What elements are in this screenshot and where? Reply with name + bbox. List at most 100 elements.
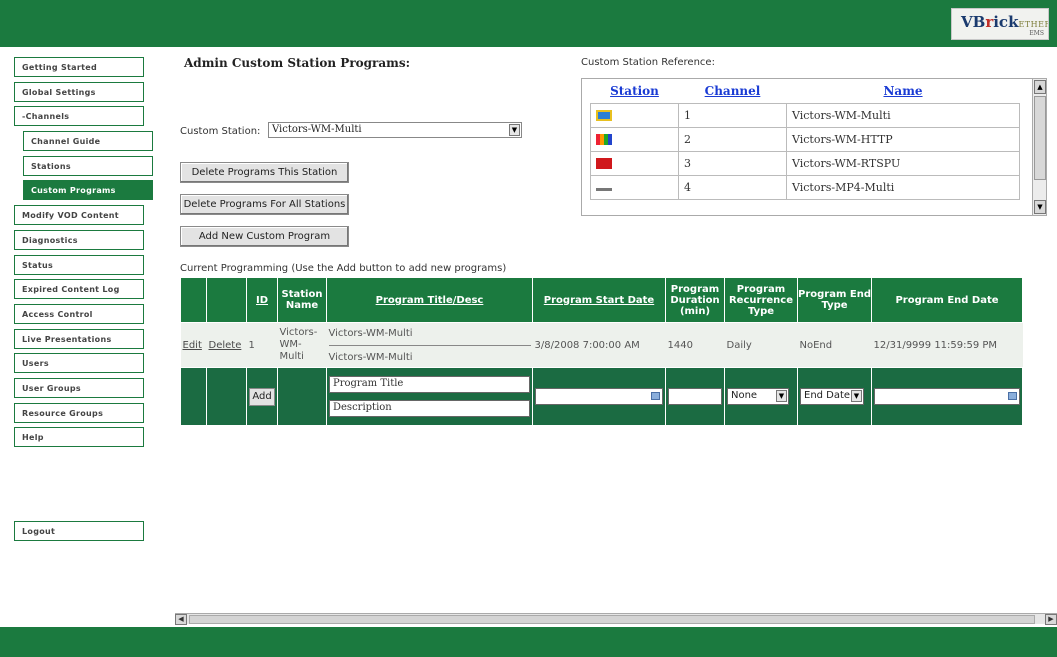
programs-header-row: ID Station Name Program Title/Desc Progr… xyxy=(180,277,1023,323)
blank-cell xyxy=(277,367,327,426)
scroll-left-icon[interactable]: ◀ xyxy=(175,614,187,625)
nav-channels[interactable]: -Channels xyxy=(14,106,144,127)
ref-header-channel[interactable]: Channel xyxy=(679,79,787,103)
ref-header-station[interactable]: Station xyxy=(591,79,679,103)
delete-link[interactable]: Delete xyxy=(209,340,242,351)
nav-expired-content-log[interactable]: Expired Content Log xyxy=(14,279,144,300)
logout-button[interactable]: Logout xyxy=(14,521,144,541)
nav-status[interactable]: Status xyxy=(14,254,144,275)
add-program-button[interactable]: Add xyxy=(249,387,275,406)
recurrence-value: None xyxy=(731,390,758,401)
nav-stations[interactable]: Stations xyxy=(23,155,153,176)
delete-programs-station-button[interactable]: Delete Programs This Station xyxy=(180,162,349,183)
row-title-desc: Victors-WM-Multi Victors-WM-Multi xyxy=(326,322,533,368)
row-recurrence: Daily xyxy=(724,322,798,368)
header-station-name: Station Name xyxy=(277,277,327,323)
red-logo-icon xyxy=(596,158,612,169)
nav-modify-vod-content[interactable]: Modify VOD Content xyxy=(14,205,144,226)
dropdown-arrow-icon[interactable]: ▼ xyxy=(776,390,787,402)
ref-row: 4 Victors-MP4-Multi xyxy=(590,174,1020,200)
ref-channel: 3 xyxy=(678,150,787,176)
duration-input[interactable] xyxy=(668,388,722,405)
custom-station-label: Custom Station: xyxy=(180,126,261,137)
nav-channel-guide[interactable]: Channel Guide xyxy=(23,131,153,152)
scroll-down-icon[interactable]: ▼ xyxy=(1034,200,1046,214)
add-new-custom-program-button[interactable]: Add New Custom Program xyxy=(180,226,349,247)
ref-vertical-scrollbar[interactable]: ▲ ▼ xyxy=(1032,79,1046,215)
row-duration: 1440 xyxy=(665,322,725,368)
custom-station-value: Victors-WM-Multi xyxy=(272,124,362,135)
top-banner: VBrickETHERNETV EMS xyxy=(0,0,1057,47)
ref-row: 3 Victors-WM-RTSPU xyxy=(590,150,1020,176)
scroll-up-icon[interactable]: ▲ xyxy=(1034,80,1046,94)
custom-station-select[interactable]: Victors-WM-Multi ▼ xyxy=(268,122,522,138)
nav-global-settings[interactable]: Global Settings xyxy=(14,81,144,102)
nav-user-groups[interactable]: User Groups xyxy=(14,377,144,398)
table-row: Edit Delete 1 Victors-WM-Multi Victors-W… xyxy=(180,322,1023,368)
row-id: 1 xyxy=(246,322,278,368)
end-date-input[interactable] xyxy=(874,388,1020,405)
sidebar-nav: Getting Started Global Settings -Channel… xyxy=(14,57,153,452)
nav-getting-started[interactable]: Getting Started xyxy=(14,57,144,77)
header-end-date: Program End Date xyxy=(871,277,1023,323)
row-start-date: 3/8/2008 7:00:00 AM xyxy=(532,322,666,368)
start-date-input[interactable] xyxy=(535,388,663,405)
header-duration: Program Duration (min) xyxy=(665,277,725,323)
current-programming-label: Current Programming (Use the Add button … xyxy=(180,263,507,274)
program-title-input[interactable]: Program Title xyxy=(329,376,530,393)
nav-custom-programs[interactable]: Custom Programs xyxy=(23,180,153,201)
calendar-icon[interactable] xyxy=(651,392,660,400)
header-end-type: Program End Type xyxy=(797,277,872,323)
ref-channel: 4 xyxy=(678,174,787,200)
recurrence-select[interactable]: None ▼ xyxy=(727,388,789,405)
station-reference-panel: Station Channel Name 1 Victors-WM-Multi … xyxy=(581,78,1047,216)
ref-channel: 2 xyxy=(678,126,787,152)
station-reference-title: Custom Station Reference: xyxy=(581,57,715,68)
dropdown-arrow-icon[interactable]: ▼ xyxy=(851,390,862,402)
nav-live-presentations[interactable]: Live Presentations xyxy=(14,328,144,349)
nav-access-control[interactable]: Access Control xyxy=(14,303,144,324)
row-end-date: 12/31/9999 11:59:59 PM xyxy=(871,322,1023,368)
ref-name: Victors-WM-Multi xyxy=(786,102,1020,128)
header-program-title[interactable]: Program Title/Desc xyxy=(326,277,533,323)
blank-cell xyxy=(180,367,207,426)
nbc-logo-icon xyxy=(596,134,612,145)
scroll-thumb[interactable] xyxy=(1034,96,1046,180)
ref-channel: 1 xyxy=(678,102,787,128)
header-start-date[interactable]: Program Start Date xyxy=(532,277,666,323)
program-desc-input[interactable]: Description xyxy=(329,400,530,417)
header-blank xyxy=(206,277,247,323)
ref-name: Victors-WM-HTTP xyxy=(786,126,1020,152)
dash-logo-icon xyxy=(596,188,612,191)
ref-header-name[interactable]: Name xyxy=(787,79,1020,103)
row-station-name: Victors-WM-Multi xyxy=(277,322,327,368)
row-desc: Victors-WM-Multi xyxy=(328,351,413,363)
scroll-right-icon[interactable]: ▶ xyxy=(1045,614,1057,625)
header-blank xyxy=(180,277,207,323)
ref-row: 1 Victors-WM-Multi xyxy=(590,102,1020,128)
ref-name: Victors-WM-RTSPU xyxy=(786,150,1020,176)
horizontal-scrollbar[interactable]: ◀ ▶ xyxy=(175,613,1057,625)
edit-link[interactable]: Edit xyxy=(183,340,202,351)
nav-help[interactable]: Help xyxy=(14,427,144,448)
end-type-select[interactable]: End Date ▼ xyxy=(800,388,864,405)
header-recurrence: Program Recurrence Type xyxy=(724,277,798,323)
ref-row: 2 Victors-WM-HTTP xyxy=(590,126,1020,152)
nav-users[interactable]: Users xyxy=(14,353,144,374)
row-title: Victors-WM-Multi xyxy=(328,328,531,346)
delete-programs-all-button[interactable]: Delete Programs For All Stations xyxy=(180,194,349,215)
scroll-thumb[interactable] xyxy=(189,615,1035,624)
page-title: Admin Custom Station Programs: xyxy=(184,56,411,70)
bottom-banner xyxy=(0,627,1057,657)
row-end-type: NoEnd xyxy=(797,322,872,368)
programs-table: ID Station Name Program Title/Desc Progr… xyxy=(180,277,1023,426)
nav-diagnostics[interactable]: Diagnostics xyxy=(14,229,144,250)
nav-resource-groups[interactable]: Resource Groups xyxy=(14,402,144,423)
tv-logo-icon xyxy=(596,110,612,121)
calendar-icon[interactable] xyxy=(1008,392,1017,400)
dropdown-arrow-icon[interactable]: ▼ xyxy=(509,124,520,136)
header-id[interactable]: ID xyxy=(246,277,278,323)
station-reference-table: Station Channel Name 1 Victors-WM-Multi … xyxy=(590,79,1020,200)
end-type-value: End Date xyxy=(804,390,851,401)
blank-cell xyxy=(206,367,247,426)
